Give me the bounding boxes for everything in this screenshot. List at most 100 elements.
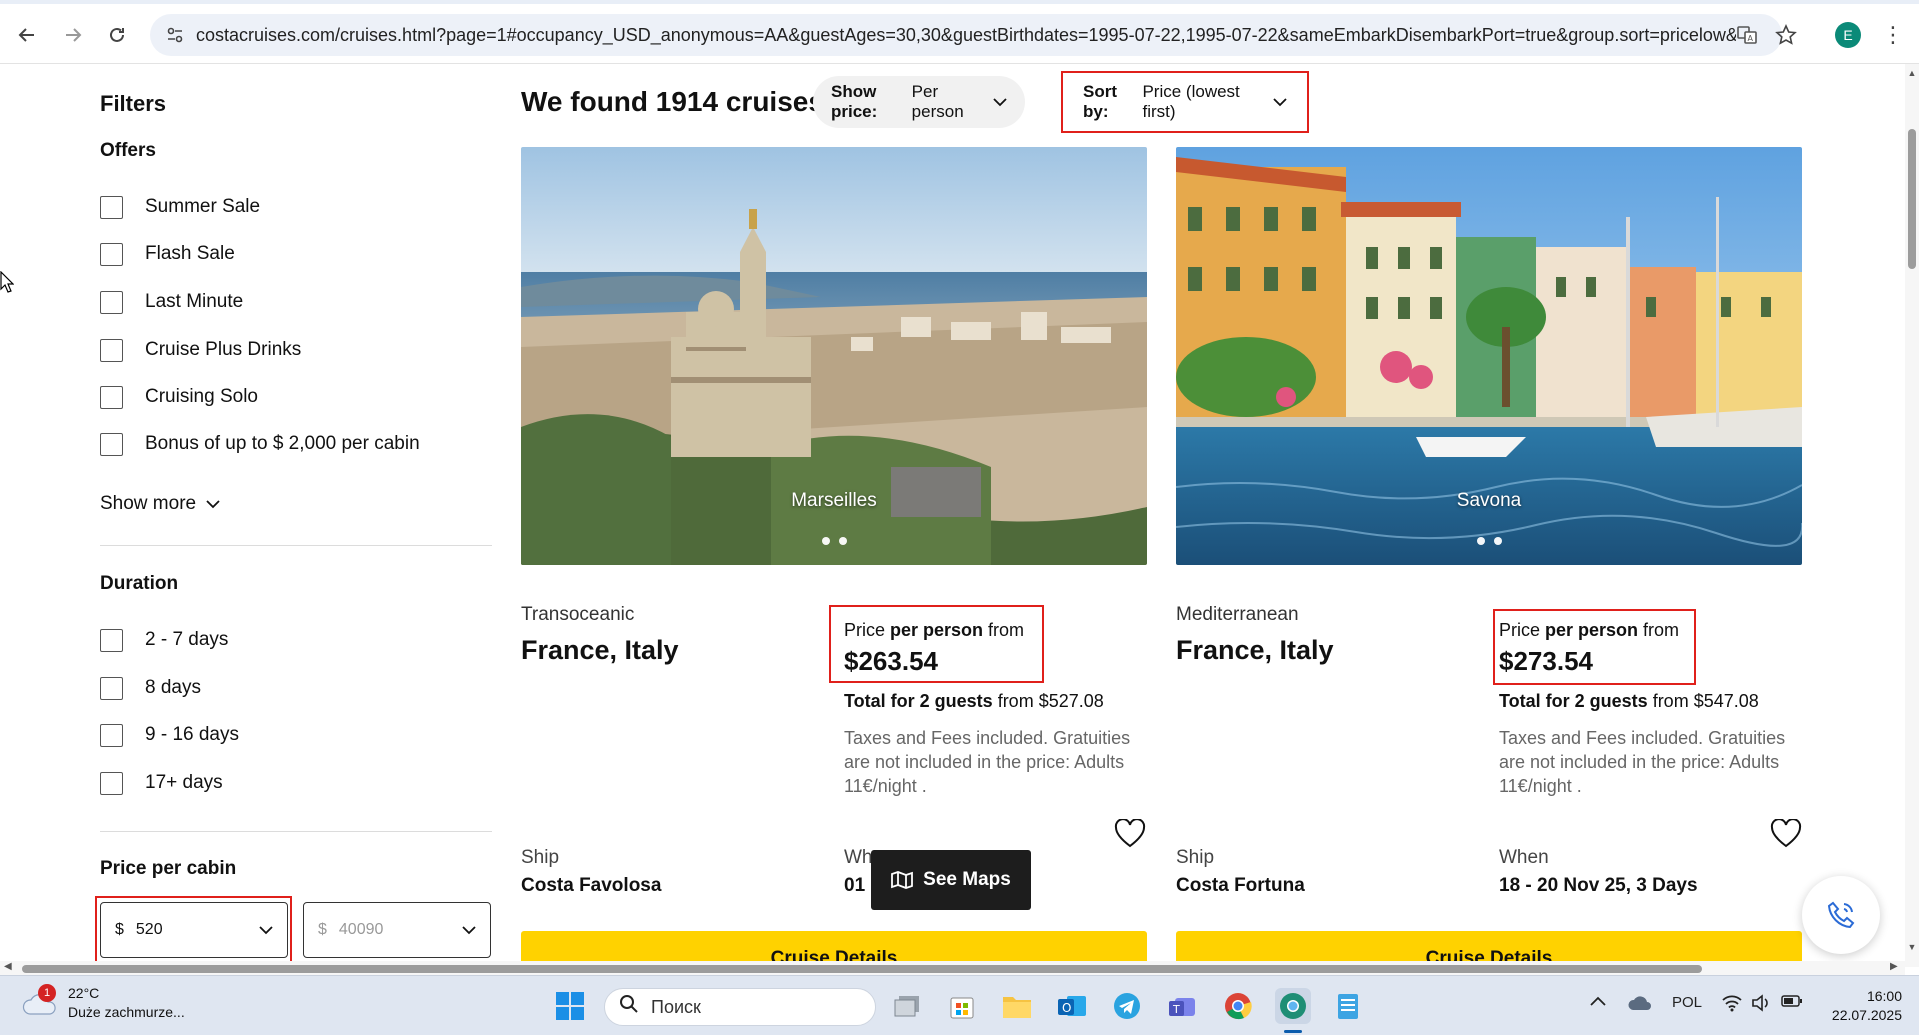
- card-region: Mediterranean: [1176, 604, 1299, 625]
- favorite-heart-icon[interactable]: [1770, 818, 1804, 851]
- svg-text:O: O: [1062, 1001, 1071, 1015]
- windows-start-icon[interactable]: [552, 988, 588, 1024]
- checkbox[interactable]: [100, 290, 123, 314]
- show-price-dropdown[interactable]: Show price: Per person: [813, 76, 1025, 128]
- card-taxes-note: Taxes and Fees included. Gratuities are …: [844, 728, 1131, 796]
- carousel-dot[interactable]: [821, 537, 830, 545]
- svg-text:A: A: [1748, 34, 1754, 43]
- tray-chevron-up-icon[interactable]: [1589, 994, 1607, 1011]
- checkbox[interactable]: [100, 432, 123, 456]
- chrome-active-icon[interactable]: [1275, 988, 1311, 1024]
- svg-text:T: T: [1172, 1003, 1180, 1016]
- scroll-down-arrow-icon[interactable]: ▼: [1907, 942, 1917, 952]
- checkbox[interactable]: [100, 771, 123, 795]
- filters-title: Filters: [100, 91, 167, 116]
- weather-widget[interactable]: 1 22°C Duże zachmurze...: [22, 984, 185, 1022]
- bookmark-star-icon[interactable]: [1772, 21, 1800, 49]
- show-more-label: Show more: [100, 493, 197, 514]
- currency-symbol: $: [318, 921, 327, 938]
- highlight-outline: [829, 605, 1044, 683]
- carousel-dot[interactable]: [1476, 537, 1485, 545]
- offers-title: Offers: [100, 140, 156, 161]
- card-destination: France, Italy: [521, 635, 679, 665]
- checkbox[interactable]: [100, 242, 123, 266]
- cruise-card-image[interactable]: Savona: [1176, 147, 1802, 565]
- offer-filter-bonus[interactable]: Bonus of up to $ 2,000 per cabin: [100, 431, 420, 457]
- checkbox[interactable]: [100, 723, 123, 747]
- vertical-scrollbar[interactable]: ▲ ▼: [1905, 64, 1919, 967]
- scroll-right-arrow-icon[interactable]: ▶: [1890, 961, 1898, 972]
- checkbox[interactable]: [100, 676, 123, 700]
- ship-name: Costa Fortuna: [1176, 875, 1305, 896]
- url-text[interactable]: costacruises.com/cruises.html?page=1#occ…: [196, 25, 1736, 46]
- mouse-cursor-icon: [0, 271, 14, 293]
- site-info-icon[interactable]: [164, 24, 186, 46]
- weather-temp: 22°C: [68, 985, 100, 1001]
- language-indicator[interactable]: POL: [1672, 994, 1702, 1011]
- ship-label: Ship: [521, 847, 560, 868]
- profile-avatar[interactable]: E: [1835, 22, 1861, 48]
- price-max-placeholder: 40090: [338, 921, 384, 938]
- back-icon[interactable]: [10, 18, 44, 52]
- tab-strip: [0, 0, 1919, 4]
- chrome-icon[interactable]: [1220, 988, 1256, 1024]
- carousel-dot[interactable]: [838, 537, 847, 545]
- outlook-icon[interactable]: O: [1054, 988, 1090, 1024]
- forward-icon[interactable]: [56, 18, 90, 52]
- duration-filter-8[interactable]: 8 days: [100, 675, 201, 701]
- onedrive-icon[interactable]: [1628, 994, 1652, 1016]
- see-maps-label: See Maps: [923, 869, 1011, 890]
- price-max-select[interactable]: $ 40090: [303, 902, 491, 958]
- carousel-dot[interactable]: [1493, 537, 1502, 545]
- offer-filter-flash-sale[interactable]: Flash Sale: [100, 241, 235, 267]
- offer-filter-summer-sale[interactable]: Summer Sale: [100, 194, 260, 220]
- address-bar[interactable]: costacruises.com/cruises.html?page=1#occ…: [150, 14, 1782, 56]
- see-maps-button[interactable]: See Maps: [871, 850, 1031, 910]
- favorite-heart-icon[interactable]: [1114, 818, 1148, 851]
- call-support-button[interactable]: [1802, 876, 1880, 954]
- taskbar-search[interactable]: Поиск: [604, 988, 876, 1026]
- scroll-left-arrow-icon[interactable]: ◀: [4, 961, 12, 972]
- file-explorer-icon[interactable]: [999, 988, 1035, 1024]
- card-city-label: Marseilles: [791, 490, 877, 511]
- checkbox[interactable]: [100, 628, 123, 652]
- map-icon: [891, 871, 914, 889]
- carousel-dots[interactable]: [521, 537, 1147, 545]
- task-view-icon[interactable]: [889, 988, 925, 1024]
- system-clock[interactable]: 16:00 22.07.2025: [1822, 987, 1902, 1025]
- battery-icon[interactable]: [1781, 994, 1803, 1012]
- scrollbar-thumb[interactable]: [22, 965, 1702, 973]
- weather-desc: Duże zachmurze...: [68, 1004, 185, 1020]
- scroll-up-arrow-icon[interactable]: ▲: [1907, 68, 1917, 78]
- wifi-icon[interactable]: [1722, 994, 1742, 1016]
- offer-filter-last-minute[interactable]: Last Minute: [100, 289, 243, 315]
- duration-filter-2-7[interactable]: 2 - 7 days: [100, 627, 228, 653]
- checkbox[interactable]: [100, 338, 123, 362]
- chevron-down-icon: [462, 922, 476, 938]
- notepad-icon[interactable]: [1330, 988, 1366, 1024]
- duration-filter-17-plus[interactable]: 17+ days: [100, 770, 223, 796]
- carousel-dots[interactable]: [1176, 537, 1802, 545]
- cruise-card-image[interactable]: Marseilles: [521, 147, 1147, 565]
- translate-icon[interactable]: A: [1733, 21, 1761, 49]
- horizontal-scrollbar[interactable]: ◀ ▶: [0, 961, 1905, 975]
- teams-icon[interactable]: T: [1164, 988, 1200, 1024]
- search-placeholder: Поиск: [651, 996, 701, 1017]
- card-city-label: Savona: [1456, 490, 1522, 511]
- menu-kebab-icon[interactable]: ⋮: [1882, 20, 1904, 50]
- store-icon[interactable]: [944, 988, 980, 1024]
- reload-icon[interactable]: [100, 18, 134, 52]
- phone-icon: [1827, 901, 1855, 929]
- offer-filter-cruise-plus-drinks[interactable]: Cruise Plus Drinks: [100, 337, 301, 363]
- show-more-button[interactable]: Show more: [100, 493, 220, 515]
- duration-filter-9-16[interactable]: 9 - 16 days: [100, 722, 239, 748]
- volume-icon[interactable]: [1751, 994, 1771, 1016]
- offer-filter-cruising-solo[interactable]: Cruising Solo: [100, 384, 258, 410]
- scrollbar-thumb[interactable]: [1908, 129, 1916, 269]
- active-app-indicator: [1284, 1030, 1302, 1033]
- highlight-outline: [1061, 71, 1309, 133]
- checkbox[interactable]: [100, 195, 123, 219]
- telegram-icon[interactable]: [1109, 988, 1145, 1024]
- checkbox[interactable]: [100, 385, 123, 409]
- chevron-down-icon: [993, 94, 1007, 110]
